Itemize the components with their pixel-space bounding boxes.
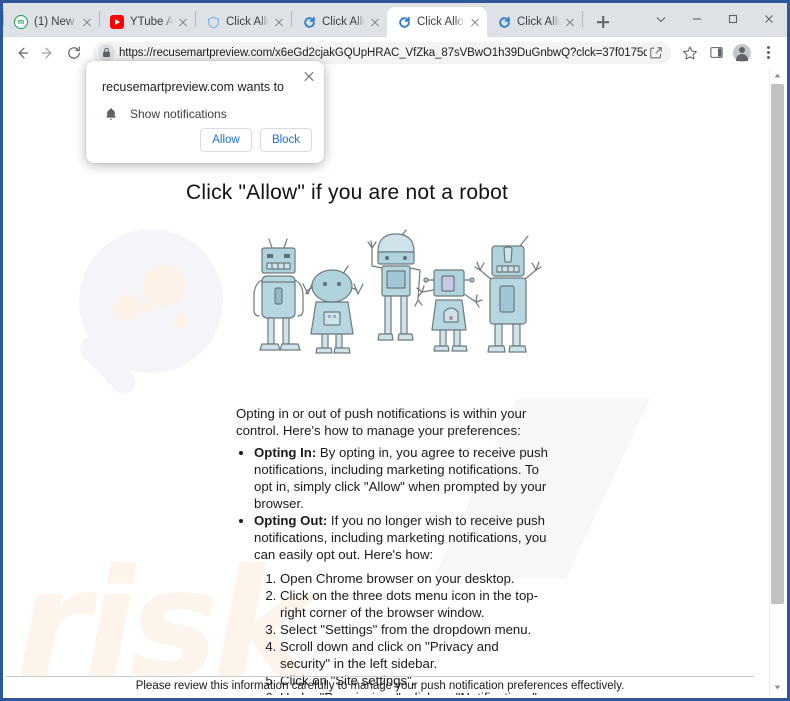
- close-icon[interactable]: [367, 14, 383, 30]
- scroll-up-arrow-icon[interactable]: [770, 68, 784, 83]
- close-icon[interactable]: [467, 14, 483, 30]
- reload-icon[interactable]: [61, 40, 87, 66]
- close-icon[interactable]: [175, 14, 191, 30]
- close-icon[interactable]: [271, 14, 287, 30]
- three-dots-icon[interactable]: [755, 40, 781, 66]
- tab-label: Click Allow: [322, 16, 365, 28]
- list-item: Opting Out: If you no longer wish to rec…: [254, 512, 548, 563]
- refresh-icon: [302, 15, 316, 29]
- permission-option-row: Show notifications: [102, 105, 227, 123]
- star-icon[interactable]: [677, 40, 703, 66]
- intro-paragraph: Opting in or out of push notifications i…: [236, 406, 527, 438]
- meta-icon: m: [14, 15, 28, 29]
- magnifier-watermark-icon: [79, 229, 223, 394]
- block-button[interactable]: Block: [260, 128, 312, 152]
- permission-actions: Allow Block: [200, 128, 312, 152]
- browser-tab-4[interactable]: Click Allow: [292, 7, 387, 37]
- tab-label: YTube AdSl: [130, 16, 173, 28]
- browser-tab-2[interactable]: YTube AdSl: [100, 7, 195, 37]
- permission-dialog-title: recusemartpreview.com wants to: [102, 80, 285, 94]
- tab-label: Click Allow: [517, 16, 560, 28]
- browser-tab-5-active[interactable]: Click Allow: [387, 7, 487, 37]
- side-panel-icon[interactable]: [703, 40, 729, 66]
- back-arrow-icon[interactable]: [9, 40, 35, 66]
- youtube-icon: [110, 15, 124, 29]
- share-icon[interactable]: [647, 46, 665, 60]
- vertical-scrollbar[interactable]: [769, 68, 784, 695]
- bullet-term: Opting Out:: [254, 513, 328, 528]
- maximize-icon[interactable]: [715, 3, 751, 35]
- browser-tab-3[interactable]: Click Allow: [196, 7, 291, 37]
- minimize-icon[interactable]: [679, 3, 715, 35]
- options-list: Opting In: By opting in, you agree to re…: [254, 444, 548, 563]
- tab-label: Click Allow: [417, 16, 465, 28]
- avatar: [733, 43, 751, 62]
- close-icon[interactable]: [302, 69, 316, 83]
- tab-divider: [582, 10, 583, 27]
- bullet-term: Opting In:: [254, 445, 317, 460]
- list-item: Opting In: By opting in, you agree to re…: [254, 444, 548, 512]
- new-tab-button[interactable]: [589, 8, 617, 36]
- page-headline: Click "Allow" if you are not a robot: [186, 181, 509, 204]
- scrollbar-thumb[interactable]: [771, 84, 784, 604]
- close-icon[interactable]: [79, 14, 95, 30]
- scroll-down-arrow-icon[interactable]: [770, 680, 784, 695]
- shield-icon: [206, 15, 220, 29]
- tab-label: (1) New Me: [34, 16, 77, 28]
- notification-permission-dialog[interactable]: recusemartpreview.com wants to Show noti…: [86, 61, 324, 163]
- window-controls: [643, 3, 787, 35]
- screenshot-frame: m (1) New Me YTube AdSl Click Allow: [0, 0, 790, 701]
- list-item: Open Chrome browser on your desktop.: [280, 570, 548, 587]
- chevron-down-icon[interactable]: [643, 3, 679, 35]
- menu-dots: [766, 46, 770, 59]
- refresh-icon: [397, 15, 411, 29]
- avatar-icon[interactable]: [729, 40, 755, 66]
- browser-chrome: m (1) New Me YTube AdSl Click Allow: [3, 3, 787, 68]
- tab-label: Click Allow: [226, 16, 269, 28]
- list-item: Click on the three dots menu icon in the…: [280, 587, 548, 621]
- bell-icon: [102, 105, 120, 123]
- list-item: Scroll down and click on "Privacy and se…: [280, 638, 548, 672]
- page-body: Opting in or out of push notifications i…: [236, 405, 548, 695]
- refresh-icon: [497, 15, 511, 29]
- url-text: https://recusemartpreview.com/x6eGd2cjak…: [119, 46, 647, 59]
- allow-button[interactable]: Allow: [200, 128, 252, 152]
- page-footer: Please review this information carefully…: [135, 680, 625, 692]
- robots-illustration: [253, 229, 542, 354]
- forward-arrow-icon[interactable]: [35, 40, 61, 66]
- browser-tab-1[interactable]: m (1) New Me: [4, 7, 99, 37]
- browser-tab-6[interactable]: Click Allow: [487, 7, 582, 37]
- list-item: Select "Settings" from the dropdown menu…: [280, 621, 548, 638]
- permission-option-label: Show notifications: [130, 107, 227, 121]
- close-icon[interactable]: [751, 3, 787, 35]
- close-icon[interactable]: [562, 14, 578, 30]
- lock-icon[interactable]: [98, 44, 115, 61]
